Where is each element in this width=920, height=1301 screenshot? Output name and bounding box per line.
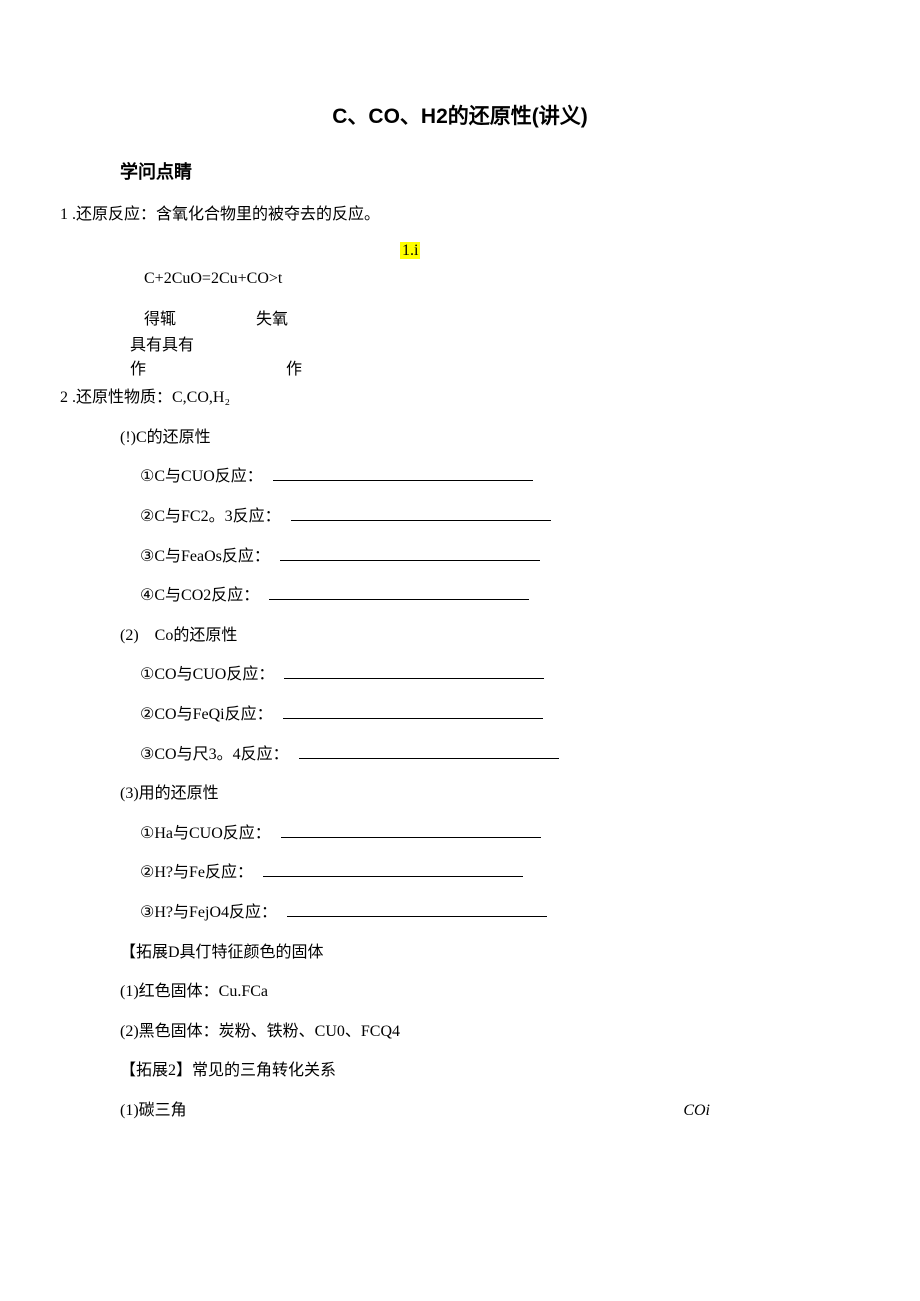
eq-row4-left: 作 <box>130 355 146 379</box>
fill-blank <box>280 560 540 561</box>
section-1-header: (!)C的还原性 <box>120 425 860 451</box>
highlight-text: 1.i <box>400 242 420 259</box>
section-subtitle: 学问点睛 <box>120 158 860 184</box>
fill-blank <box>284 678 544 679</box>
extension-2-header: 【拓展2】常见的三角转化关系 <box>120 1058 860 1084</box>
extension-2-item-1: (1)碳三角 COi <box>120 1098 860 1124</box>
section-2-header: (2) Co的还原性 <box>120 623 860 649</box>
fill-blank <box>269 599 529 600</box>
eq-label-left: 得辄 <box>144 305 176 329</box>
section-3-header: (3)用的还原性 <box>120 781 860 807</box>
section-2-item-3: ③CO与尺3。4反应： <box>140 742 860 768</box>
fill-blank <box>263 876 523 877</box>
section-2-item-2: ②CO与FeQi反应： <box>140 702 860 728</box>
section-1-item-2: ②C与FC2。3反应： <box>140 504 860 530</box>
extension-1-item-2: (2)黑色固体：炭粉、铁粉、CU0、FCQ4 <box>120 1019 860 1045</box>
eq-row3: 具有具有 <box>130 331 860 355</box>
fill-blank <box>281 837 541 838</box>
section-1-item-1: ①C与CUO反应： <box>140 464 860 490</box>
coi-label: COi <box>683 1098 710 1124</box>
extension-1-header: 【拓展D具仃特征颜色的固体 <box>120 940 860 966</box>
equation-line: C+2CuO=2Cu+CO>t <box>144 266 860 292</box>
section-3-item-2: ②H?与Fe反应： <box>140 860 860 886</box>
extension-1-item-1: (1)红色固体：Cu.FCa <box>120 979 860 1005</box>
fill-blank <box>283 718 543 719</box>
document-title: C、CO、H2的还原性(讲义) <box>60 100 860 130</box>
item-2: 2 .还原性物质：C,CO,H₂ <box>60 385 860 411</box>
item-1: 1 .还原反应：含氧化合物里的被夺去的反应。 <box>60 202 860 228</box>
eq-label-right: 失氧 <box>256 305 288 329</box>
fill-blank <box>291 520 551 521</box>
section-2-item-1: ①CO与CUO反应： <box>140 662 860 688</box>
eq-row4-right: 作 <box>286 355 302 379</box>
fill-blank <box>273 480 533 481</box>
equation-block: 1.i C+2CuO=2Cu+CO>t 得辄 失氧 具有具有 作 作 <box>120 242 860 380</box>
fill-blank <box>299 758 559 759</box>
fill-blank <box>287 916 547 917</box>
section-3-item-3: ③H?与FejO4反应： <box>140 900 860 926</box>
section-3-item-1: ①Ha与CUO反应： <box>140 821 860 847</box>
section-1-item-4: ④C与CO2反应： <box>140 583 860 609</box>
section-1-item-3: ③C与FeaOs反应： <box>140 544 860 570</box>
